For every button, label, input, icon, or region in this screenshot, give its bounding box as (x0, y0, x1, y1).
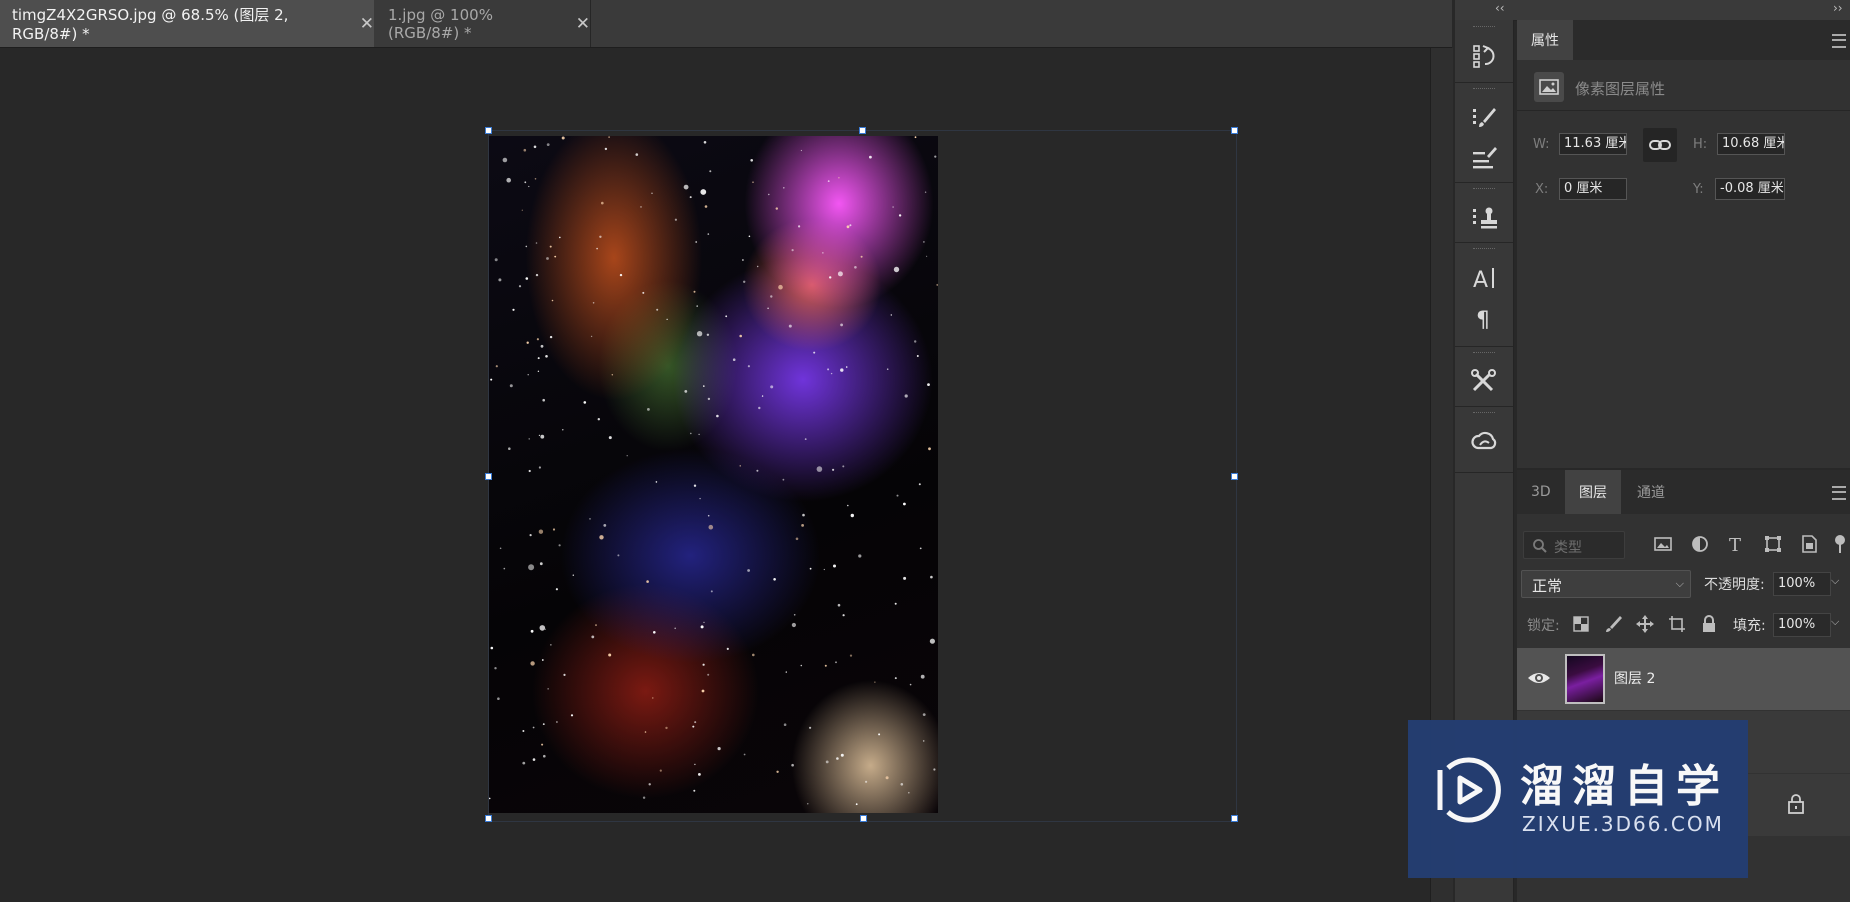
svg-text:T: T (1729, 535, 1741, 555)
y-position-field[interactable]: -0.08 厘米 (1715, 178, 1785, 200)
height-label: H: (1693, 137, 1708, 152)
chevron-down-icon: ⌵ (1675, 577, 1684, 590)
collapse-left-icon[interactable]: ‹‹ (1495, 1, 1505, 15)
filter-pixel-icon[interactable] (1650, 531, 1676, 557)
watermark-title: 溜溜自学 (1520, 761, 1728, 812)
x-label: X: (1535, 182, 1549, 197)
close-tab-icon[interactable]: ✕ (360, 14, 374, 34)
fill-chevron-icon[interactable]: ⌵ (1831, 615, 1839, 629)
blend-mode-value: 正常 (1532, 577, 1563, 595)
tool-presets-icon[interactable] (1455, 362, 1513, 402)
transform-handle-top[interactable] (859, 127, 866, 134)
panel-collapse-bar: ‹‹ ›› (1455, 0, 1850, 21)
fill-label: 填充: (1733, 618, 1766, 634)
history-icon[interactable] (1455, 36, 1513, 76)
transform-handle-bottom-right[interactable] (1231, 815, 1238, 822)
blend-mode-select[interactable]: 正常 ⌵ (1521, 570, 1691, 598)
transform-handle-bottom-left[interactable] (485, 815, 492, 822)
creative-cloud-libraries-icon[interactable] (1455, 422, 1513, 462)
filter-toggle-icon[interactable] (1827, 531, 1850, 557)
lock-all-icon[interactable] (1697, 612, 1721, 636)
transform-handle-top-right[interactable] (1231, 127, 1238, 134)
lock-label: 锁定: (1527, 618, 1560, 634)
document-tab-label: 1.jpg @ 100%(RGB/8#) * (388, 5, 493, 42)
panel-menu-icon[interactable] (1832, 34, 1846, 48)
character-icon[interactable]: A (1455, 258, 1513, 298)
layer-name[interactable]: 图层 2 (1614, 668, 1655, 688)
filter-smart-object-icon[interactable] (1796, 531, 1822, 557)
filter-shape-icon[interactable] (1760, 531, 1786, 557)
svg-text:A: A (1473, 268, 1488, 292)
watermark-url: ZIXUE.3D66.COM (1522, 812, 1724, 836)
opacity-label: 不透明度: (1704, 577, 1765, 593)
height-field[interactable]: 10.68 厘米 (1717, 133, 1785, 155)
paragraph-icon[interactable]: ¶ (1455, 298, 1513, 338)
fill-value: 100% (1778, 617, 1816, 632)
lock-position-icon[interactable] (1633, 612, 1657, 636)
brush-presets-icon[interactable] (1455, 138, 1513, 178)
lock-image-pixels-icon[interactable] (1601, 612, 1625, 636)
width-label: W: (1533, 137, 1550, 152)
transform-handle-top-left[interactable] (485, 127, 492, 134)
transform-handle-left[interactable] (485, 473, 492, 480)
properties-title: 像素图层属性 (1575, 80, 1666, 98)
layer-filter-row: 类型 T (1517, 525, 1850, 565)
filter-kind-select[interactable]: 类型 (1523, 531, 1625, 559)
tab-layers[interactable]: 图层 (1565, 470, 1621, 514)
brush-settings-icon[interactable] (1455, 98, 1513, 138)
transform-handle-bottom[interactable] (860, 815, 867, 822)
clone-source-icon[interactable] (1455, 198, 1513, 238)
opacity-chevron-icon[interactable]: ⌵ (1831, 574, 1839, 588)
document-tab-active[interactable]: timgZ4X2GRSO.jpg @ 68.5% (图层 2, RGB/8#) … (0, 0, 374, 47)
transform-handle-right[interactable] (1231, 473, 1238, 480)
collapse-right-icon[interactable]: ›› (1833, 1, 1843, 15)
opacity-field[interactable]: 100% (1773, 572, 1831, 596)
y-label: Y: (1693, 182, 1704, 197)
filter-type-icon[interactable]: T (1723, 531, 1749, 557)
visibility-eye-icon[interactable] (1527, 668, 1551, 688)
layer-row[interactable]: 图层 2 (1517, 648, 1850, 710)
properties-header: 像素图层属性 (1517, 70, 1850, 111)
properties-tab-bar: 属性 (1517, 20, 1850, 60)
x-position-field[interactable]: 0 厘米 (1559, 178, 1627, 200)
properties-panel: 属性 像素图层属性 W: 11.63 厘米 H: 10.68 厘米 X: 0 厘… (1517, 20, 1850, 468)
layers-tab-bar: 3D 图层 通道 (1517, 470, 1850, 514)
document-tab-bar: timgZ4X2GRSO.jpg @ 68.5% (图层 2, RGB/8#) … (0, 0, 1452, 48)
document-tab[interactable]: 1.jpg @ 100%(RGB/8#) * ✕ (376, 0, 591, 47)
filter-adjustment-icon[interactable] (1687, 531, 1713, 557)
play-logo-icon (1437, 757, 1501, 823)
tab-properties[interactable]: 属性 (1517, 20, 1573, 60)
width-field[interactable]: 11.63 厘米 (1559, 133, 1627, 155)
panel-menu-icon[interactable] (1832, 486, 1846, 500)
search-icon (1533, 539, 1547, 553)
opacity-value: 100% (1778, 576, 1816, 591)
tab-channels[interactable]: 通道 (1623, 470, 1679, 514)
pixel-layer-icon (1534, 72, 1564, 102)
watermark-overlay: 溜溜自学 ZIXUE.3D66.COM (1408, 720, 1748, 878)
lock-artboard-icon[interactable] (1665, 612, 1689, 636)
filter-kind-label: 类型 (1554, 540, 1582, 556)
svg-text:¶: ¶ (1476, 308, 1490, 332)
layer-lock-icon (1788, 794, 1804, 814)
tab-3d[interactable]: 3D (1517, 470, 1565, 514)
link-dimensions-icon[interactable] (1643, 128, 1677, 162)
close-tab-icon[interactable]: ✕ (576, 14, 590, 34)
document-tab-label: timgZ4X2GRSO.jpg @ 68.5% (图层 2, RGB/8#) … (12, 6, 289, 43)
layer-thumbnail (1565, 654, 1605, 704)
fill-field[interactable]: 100% (1773, 613, 1831, 637)
free-transform-bounding-box[interactable] (485, 127, 1238, 822)
lock-transparent-pixels-icon[interactable] (1569, 612, 1593, 636)
